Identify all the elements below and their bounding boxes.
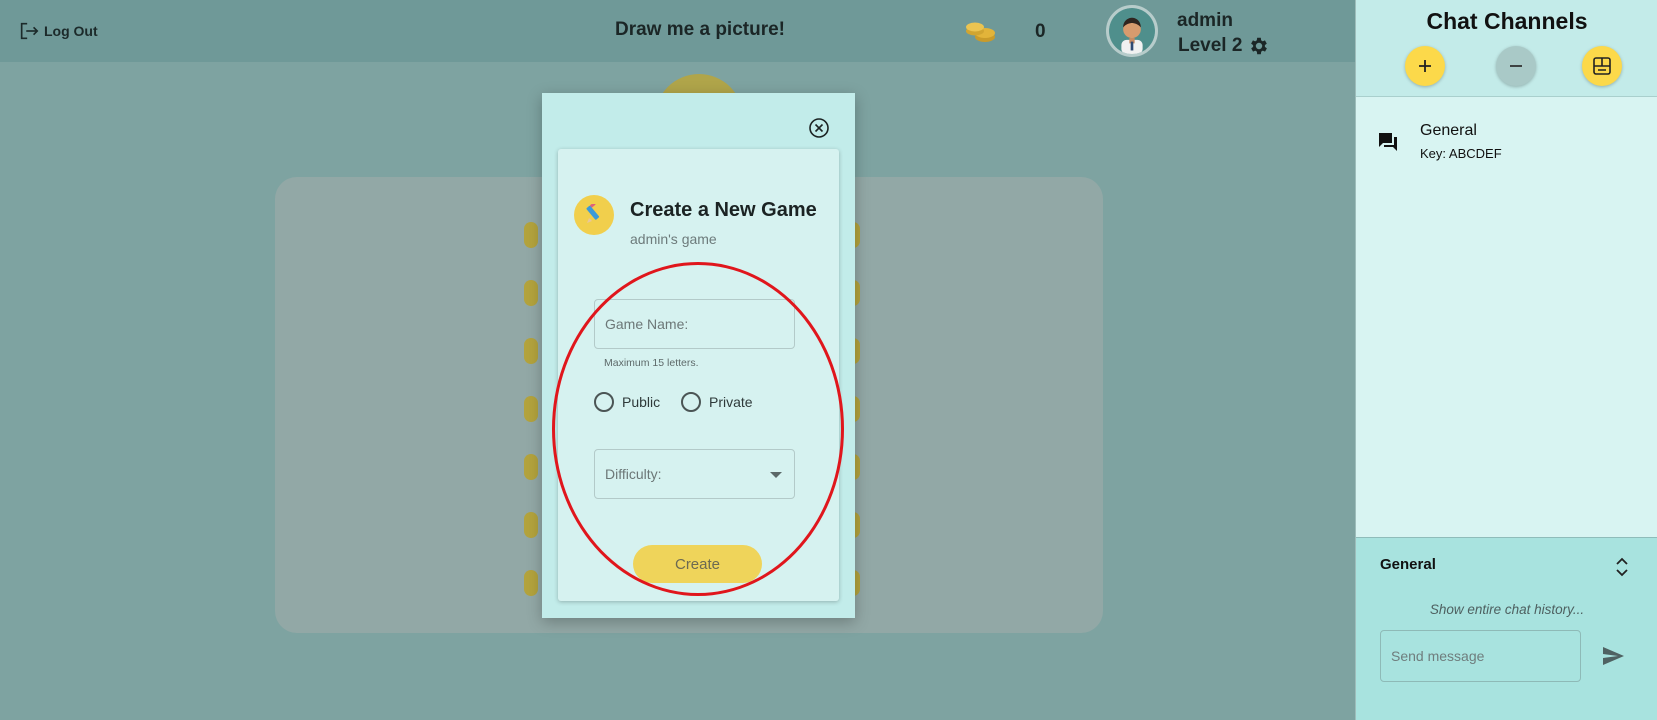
channel-item-general[interactable]: General Key: ABCDEF xyxy=(1356,112,1657,168)
coins-count: 0 xyxy=(1035,21,1046,42)
background-dot xyxy=(524,454,538,480)
send-icon[interactable] xyxy=(1600,644,1626,668)
public-label: Public xyxy=(622,394,661,410)
pencil-icon xyxy=(586,204,600,223)
channel-key: Key: ABCDEF xyxy=(1420,146,1502,161)
chat-bubbles-icon xyxy=(1379,133,1397,151)
top-bar: Log Out Draw me a picture! 0 admin Level… xyxy=(0,0,1355,62)
level-indicator: Level 2 xyxy=(1178,35,1270,57)
dialog-title: Create a New Game xyxy=(630,199,817,221)
gear-icon[interactable] xyxy=(1248,35,1270,57)
sidebar-header: Chat Channels xyxy=(1356,0,1657,97)
difficulty-placeholder: Difficulty: xyxy=(605,466,662,482)
avatar-image xyxy=(1109,8,1155,54)
plus-icon xyxy=(1419,60,1431,72)
join-channel-button[interactable] xyxy=(1582,46,1622,86)
background-dot xyxy=(524,338,538,364)
private-radio[interactable]: Private xyxy=(681,392,753,412)
chevron-down-icon xyxy=(770,472,782,478)
expand-collapse-icon[interactable] xyxy=(1612,556,1632,578)
avatar[interactable] xyxy=(1106,5,1158,57)
channel-name: General xyxy=(1420,122,1477,139)
radio-circle[interactable] xyxy=(681,392,701,412)
game-name-hint: Maximum 15 letters. xyxy=(604,357,699,369)
minus-icon xyxy=(1510,65,1522,67)
dialog-subtitle: admin's game xyxy=(630,231,717,247)
public-radio[interactable]: Public xyxy=(594,392,660,412)
background-dot xyxy=(524,570,538,596)
close-icon[interactable] xyxy=(808,117,830,139)
chat-sidebar: Chat Channels General Key: ABCDEF Genera… xyxy=(1355,0,1657,720)
background-dot xyxy=(524,512,538,538)
main-area: Log Out Draw me a picture! 0 admin Level… xyxy=(0,0,1355,720)
create-button[interactable]: Create xyxy=(633,545,762,583)
difficulty-select[interactable]: Difficulty: xyxy=(594,449,795,499)
background-dot xyxy=(524,222,538,248)
message-input[interactable] xyxy=(1380,630,1581,682)
create-game-dialog: Create a New Game admin's game Maximum 1… xyxy=(542,93,855,618)
game-name-input[interactable] xyxy=(594,299,795,349)
radio-circle[interactable] xyxy=(594,392,614,412)
level-label: Level 2 xyxy=(1178,35,1243,56)
chat-panel: General Show entire chat history... xyxy=(1356,537,1657,720)
chat-history-link[interactable]: Show entire chat history... xyxy=(1356,602,1657,617)
background-dot xyxy=(524,396,538,422)
coins-icon xyxy=(966,22,995,42)
chat-channel-title: General xyxy=(1380,556,1436,573)
pencil-badge xyxy=(574,195,614,235)
create-game-card: Create a New Game admin's game Maximum 1… xyxy=(558,149,839,601)
username: admin xyxy=(1177,10,1233,31)
private-label: Private xyxy=(709,394,753,410)
window-icon xyxy=(1593,57,1611,75)
sidebar-title: Chat Channels xyxy=(1426,8,1588,34)
background-dot xyxy=(524,280,538,306)
remove-channel-button[interactable] xyxy=(1496,46,1536,86)
add-channel-button[interactable] xyxy=(1405,46,1445,86)
